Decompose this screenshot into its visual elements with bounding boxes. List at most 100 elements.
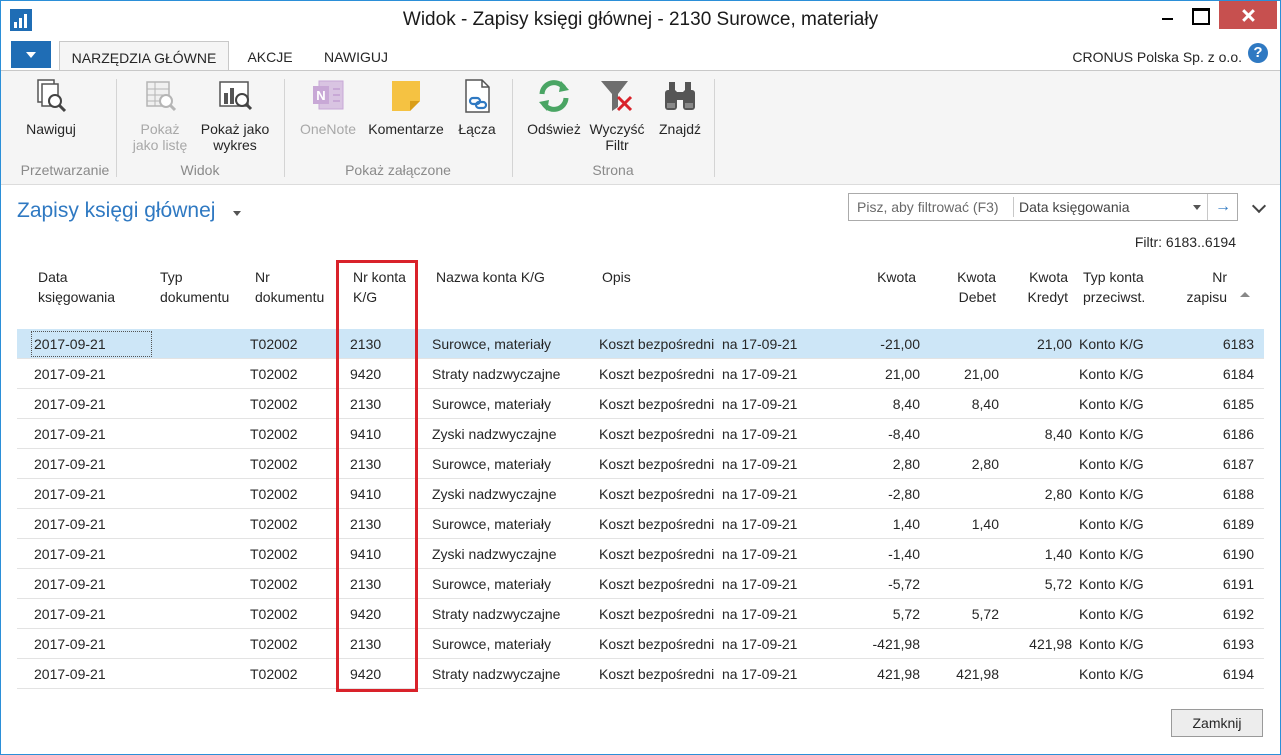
help-icon[interactable]: ? <box>1248 43 1268 63</box>
cell-debit: 421,98 <box>956 666 999 682</box>
cell-entry-no: 6183 <box>1222 336 1254 352</box>
close-window-icon[interactable] <box>1219 1 1277 29</box>
maximize-icon[interactable] <box>1183 1 1217 29</box>
navigate-label: Nawiguj <box>26 121 76 137</box>
cell-description: Koszt bezpośredni na 17-09-21 <box>599 366 798 382</box>
find-button[interactable]: Znajdź <box>653 77 707 137</box>
filter-field-dropdown-icon[interactable] <box>1193 205 1201 210</box>
cell-debit: 2,80 <box>971 456 999 472</box>
tab-actions[interactable]: AKCJE <box>235 41 305 71</box>
links-button[interactable]: Łącza <box>453 77 501 137</box>
cell-amount: -2,80 <box>888 486 920 502</box>
cell-description: Koszt bezpośredni na 17-09-21 <box>599 426 798 442</box>
comments-button[interactable]: Komentarze <box>365 77 447 137</box>
col-header-description[interactable]: Opis <box>602 267 631 287</box>
cell-debit: 5,72 <box>971 606 999 622</box>
cell-bal-account-type: Konto K/G <box>1079 396 1144 412</box>
cell-amount: 421,98 <box>877 666 920 682</box>
links-label: Łącza <box>458 121 496 137</box>
cell-entry-no: 6191 <box>1222 576 1254 592</box>
filter-search-input[interactable] <box>849 194 1013 220</box>
cell-amount: -8,40 <box>888 426 920 442</box>
group-page-label: Strona <box>592 162 634 178</box>
tab-navigate[interactable]: NAWIGUJ <box>311 41 401 71</box>
table-row[interactable]: 2017-09-21 T02002 2130 Surowce, materiał… <box>17 569 1264 599</box>
cell-bal-account-type: Konto K/G <box>1079 486 1144 502</box>
cell-doc-no: T02002 <box>250 516 298 532</box>
filter-apply-arrow-icon[interactable]: → <box>1207 194 1238 220</box>
comments-label: Komentarze <box>368 121 444 137</box>
cell-gl-account-name: Surowce, materiały <box>432 396 552 412</box>
filter-field-select[interactable]: Data księgowania <box>1019 199 1130 215</box>
company-name[interactable]: CRONUS Polska Sp. z o.o. <box>1072 49 1242 65</box>
cell-bal-account-type: Konto K/G <box>1079 366 1144 382</box>
col-header-bal-account-type[interactable]: Typ konta przeciwst. <box>1083 267 1145 307</box>
cell-entry-no: 6190 <box>1222 546 1254 562</box>
clear-filter-label-2: Filtr <box>605 137 629 153</box>
navigate-button[interactable]: Nawiguj <box>15 77 87 137</box>
table-row[interactable]: 2017-09-21 T02002 2130 Surowce, materiał… <box>17 449 1264 479</box>
cell-amount: -421,98 <box>872 636 920 652</box>
cell-amount: 2,80 <box>892 456 920 472</box>
cell-debit: 21,00 <box>963 366 999 382</box>
table-row[interactable]: 2017-09-21 T02002 9410 Zyski nadzwyczajn… <box>17 539 1264 569</box>
close-button[interactable]: Zamknij <box>1171 709 1263 737</box>
cell-description: Koszt bezpośredni na 17-09-21 <box>599 576 798 592</box>
find-label: Znajdź <box>658 121 702 137</box>
show-as-chart-button[interactable]: Pokaż jako wykres <box>197 77 273 153</box>
page-title[interactable]: Zapisy księgi głównej <box>17 199 215 223</box>
title-dropdown-icon[interactable] <box>233 211 241 216</box>
collapse-chevron-icon[interactable] <box>1253 201 1265 213</box>
cell-bal-account-type: Konto K/G <box>1079 456 1144 472</box>
refresh-icon <box>535 77 573 115</box>
show-as-list-button[interactable]: Pokaż jako listę <box>125 77 195 153</box>
cell-posting-date: 2017-09-21 <box>34 396 106 412</box>
table-row[interactable]: 2017-09-21 T02002 9410 Zyski nadzwyczajn… <box>17 479 1264 509</box>
table-row[interactable]: 2017-09-21 T02002 2130 Surowce, materiał… <box>17 629 1264 659</box>
col-header-entry-no[interactable]: Nr zapisu <box>1181 267 1227 307</box>
app-menu-button[interactable] <box>11 41 51 68</box>
cell-gl-account-name: Straty nadzwyczajne <box>432 666 561 682</box>
table-row[interactable]: 2017-09-21 T02002 2130 Surowce, materiał… <box>17 329 1264 359</box>
table-row[interactable]: 2017-09-21 T02002 9420 Straty nadzwyczaj… <box>17 599 1264 629</box>
col-header-amount[interactable]: Kwota <box>851 267 916 287</box>
cell-bal-account-type: Konto K/G <box>1079 426 1144 442</box>
minimize-icon[interactable] <box>1151 1 1185 29</box>
table-row[interactable]: 2017-09-21 T02002 9420 Straty nadzwyczaj… <box>17 659 1264 689</box>
col-header-credit[interactable]: Kwota Kredyt <box>1013 267 1068 307</box>
show-chart-label-1: Pokaż jako <box>200 121 270 137</box>
table-row[interactable]: 2017-09-21 T02002 9420 Straty nadzwyczaj… <box>17 359 1264 389</box>
cell-doc-no: T02002 <box>250 456 298 472</box>
col-header-debit[interactable]: Kwota Debet <box>941 267 996 307</box>
navigate-icon <box>32 77 70 115</box>
table-row[interactable]: 2017-09-21 T02002 2130 Surowce, materiał… <box>17 509 1264 539</box>
sort-ascending-icon[interactable] <box>1240 292 1250 297</box>
clear-filter-button[interactable]: Wyczyść Filtr <box>587 77 647 153</box>
table-row[interactable]: 2017-09-21 T02002 2130 Surowce, materiał… <box>17 389 1264 419</box>
show-list-label-2: jako listę <box>132 137 188 153</box>
filter-info: Filtr: 6183..6194 <box>1134 234 1236 250</box>
cell-amount: 5,72 <box>892 606 920 622</box>
cell-focus-indicator <box>31 331 152 357</box>
onenote-button[interactable]: N OneNote <box>295 77 361 137</box>
col-header-gl-account-name[interactable]: Nazwa konta K/G <box>436 267 545 287</box>
col-header-doc-no[interactable]: Nr dokumentu <box>255 267 324 307</box>
cell-credit: 2,80 <box>1044 486 1072 502</box>
cell-description: Koszt bezpośredni na 17-09-21 <box>599 516 798 532</box>
cell-amount: 21,00 <box>884 366 920 382</box>
table-row[interactable]: 2017-09-21 T02002 9410 Zyski nadzwyczajn… <box>17 419 1264 449</box>
col-header-doc-type[interactable]: Typ dokumentu <box>160 267 229 307</box>
cell-doc-no: T02002 <box>250 486 298 502</box>
tab-home[interactable]: NARZĘDZIA GŁÓWNE <box>59 41 229 71</box>
ribbon: Nawiguj Pokaż jako listę Pokaż jako wykr… <box>1 70 1280 185</box>
col-header-posting-date[interactable]: Data księgowania <box>38 267 115 307</box>
cell-doc-no: T02002 <box>250 666 298 682</box>
group-view-label: Widok <box>180 162 220 178</box>
cell-bal-account-type: Konto K/G <box>1079 606 1144 622</box>
cell-description: Koszt bezpośredni na 17-09-21 <box>599 336 798 352</box>
cell-posting-date: 2017-09-21 <box>34 606 106 622</box>
cell-bal-account-type: Konto K/G <box>1079 666 1144 682</box>
clear-filter-icon <box>598 77 636 115</box>
cell-amount: -5,72 <box>888 576 920 592</box>
refresh-button[interactable]: Odśwież <box>523 77 585 137</box>
